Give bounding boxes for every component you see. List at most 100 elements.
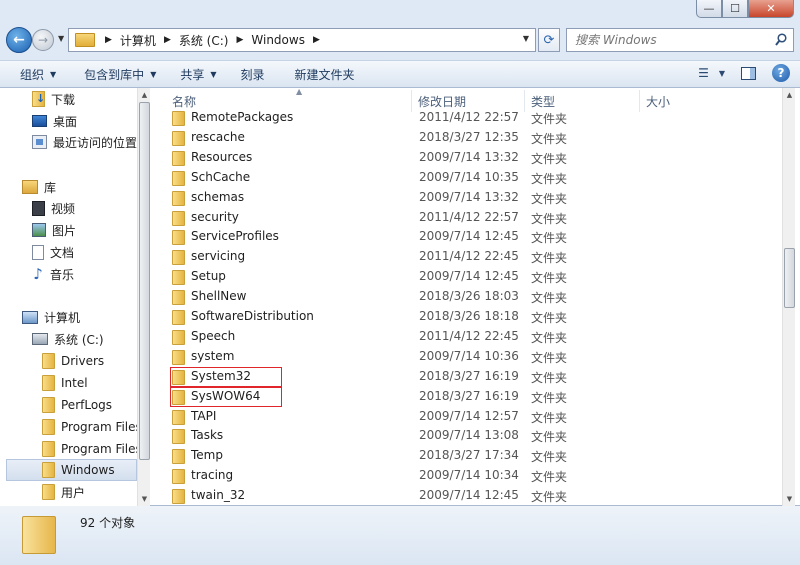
- nav-item-recent-places[interactable]: 最近访问的位置: [32, 131, 137, 153]
- file-row[interactable]: twain_32 2009/7/14 12:45 文件夹: [152, 486, 782, 506]
- chevron-down-icon: ▼: [50, 69, 57, 79]
- file-row[interactable]: rescache 2018/3/27 12:35 文件夹: [152, 128, 782, 148]
- file-date: 2009/7/14 13:32: [419, 189, 519, 204]
- file-date: 2009/7/14 12:45: [419, 269, 519, 284]
- file-row[interactable]: ServiceProfiles 2009/7/14 12:45 文件夹: [152, 227, 782, 247]
- item-count: 92 个对象: [80, 516, 136, 530]
- help-button[interactable]: ?: [772, 64, 790, 82]
- nav-item-intel[interactable]: Intel: [42, 372, 88, 394]
- file-row[interactable]: Speech 2011/4/12 22:45 文件夹: [152, 327, 782, 347]
- nav-item-libraries[interactable]: 库: [22, 176, 56, 198]
- nav-item-windows[interactable]: Windows: [6, 459, 137, 481]
- scroll-down-icon[interactable]: ▼: [783, 492, 796, 506]
- breadcrumb-windows[interactable]: Windows: [251, 33, 305, 47]
- file-name: schemas: [191, 189, 245, 204]
- maximize-button[interactable]: ☐: [722, 0, 748, 18]
- nav-item-music[interactable]: ♪ 音乐: [32, 263, 74, 285]
- nav-item-videos[interactable]: 视频: [32, 197, 75, 219]
- folder-icon: [172, 409, 185, 425]
- scroll-down-icon[interactable]: ▼: [138, 492, 151, 506]
- nav-item-perflogs[interactable]: PerfLogs: [42, 394, 112, 416]
- file-row[interactable]: System32 2018/3/27 16:19 文件夹: [152, 366, 782, 387]
- nav-item-desktop[interactable]: 桌面: [32, 110, 77, 132]
- scrollbar-thumb[interactable]: [139, 102, 150, 460]
- file-row[interactable]: schemas 2009/7/14 13:32 文件夹: [152, 188, 782, 208]
- folder-icon: [172, 310, 185, 325]
- file-list-scrollbar[interactable]: ▲ ▼: [782, 88, 795, 506]
- chevron-right-icon[interactable]: ▶: [236, 35, 243, 45]
- folder-icon: [75, 33, 95, 47]
- change-view-button[interactable]: ☰ ▼: [698, 66, 725, 80]
- chevron-right-icon[interactable]: ▶: [105, 35, 112, 45]
- back-arrow-icon: ←: [13, 32, 25, 48]
- organize-menu[interactable]: 组织 ▼: [11, 63, 65, 85]
- file-row[interactable]: Setup 2009/7/14 12:45 文件夹: [152, 267, 782, 287]
- close-button[interactable]: ✕: [748, 0, 794, 18]
- file-type: 文件夹: [531, 370, 568, 385]
- preview-pane-button[interactable]: [741, 66, 756, 80]
- nav-item-drivers[interactable]: Drivers: [42, 350, 104, 372]
- file-row[interactable]: ShellNew 2018/3/26 18:03 文件夹: [152, 287, 782, 307]
- file-type: 文件夹: [531, 171, 568, 186]
- file-date: 2011/4/12 22:57: [419, 110, 519, 124]
- chevron-right-icon[interactable]: ▶: [164, 35, 171, 45]
- music-icon: ♪: [33, 264, 43, 283]
- scrollbar-thumb[interactable]: [784, 248, 795, 308]
- file-row[interactable]: security 2011/4/12 22:57 文件夹: [152, 208, 782, 228]
- scroll-up-icon[interactable]: ▲: [783, 88, 796, 102]
- nav-item-drive-c[interactable]: 系统 (C:): [32, 328, 104, 350]
- minimize-button[interactable]: —: [696, 0, 722, 18]
- scroll-up-icon[interactable]: ▲: [138, 88, 151, 102]
- file-row[interactable]: Resources 2009/7/14 13:32 文件夹: [152, 148, 782, 168]
- folder-icon: [42, 353, 55, 369]
- refresh-button[interactable]: ⟳: [538, 28, 560, 52]
- file-row[interactable]: servicing 2011/4/12 22:45 文件夹: [152, 247, 782, 267]
- chevron-right-icon[interactable]: ▶: [313, 35, 320, 45]
- nav-item-program-files-x86[interactable]: Program Files: [42, 438, 137, 460]
- forward-arrow-icon: →: [37, 33, 49, 47]
- breadcrumb: ▶ 计算机 ▶ 系统 (C:) ▶ Windows ▶: [105, 32, 328, 49]
- file-row[interactable]: system 2009/7/14 10:36 文件夹: [152, 347, 782, 367]
- file-row[interactable]: SchCache 2009/7/14 10:35 文件夹: [152, 168, 782, 188]
- nav-item-pictures[interactable]: 图片: [32, 219, 76, 241]
- nav-item-computer[interactable]: 计算机: [22, 306, 80, 328]
- search-icon[interactable]: [775, 33, 787, 47]
- nav-item-downloads[interactable]: 下载: [32, 88, 75, 110]
- back-button[interactable]: ←: [6, 27, 32, 53]
- nav-item-users[interactable]: 用户: [42, 481, 85, 503]
- file-row[interactable]: TAPI 2009/7/14 12:57 文件夹: [152, 407, 782, 427]
- folder-icon: [172, 429, 185, 445]
- new-folder-button[interactable]: 新建文件夹: [286, 63, 364, 85]
- file-row[interactable]: tracing 2009/7/14 10:34 文件夹: [152, 466, 782, 486]
- nav-item-documents[interactable]: 文档: [32, 241, 74, 263]
- file-row[interactable]: Tasks 2009/7/14 13:08 文件夹: [152, 426, 782, 446]
- file-date: 2011/4/12 22:45: [419, 249, 519, 264]
- file-name: Resources: [191, 149, 253, 164]
- burn-button[interactable]: 刻录: [232, 63, 274, 85]
- file-name: SysWOW64: [191, 388, 261, 403]
- search-box[interactable]: [566, 28, 794, 52]
- folder-icon: [42, 419, 55, 435]
- recent-places-icon: [32, 135, 47, 149]
- file-row[interactable]: SoftwareDistribution 2018/3/26 18:18 文件夹: [152, 307, 782, 327]
- refresh-icon: ⟳: [543, 32, 555, 48]
- file-date: 2009/7/14 12:45: [419, 229, 519, 244]
- address-bar[interactable]: ▶ 计算机 ▶ 系统 (C:) ▶ Windows ▶ ▼: [68, 28, 536, 52]
- nav-item-program-files[interactable]: Program Files: [42, 416, 137, 438]
- folder-icon: [22, 516, 56, 554]
- forward-button[interactable]: →: [32, 29, 54, 51]
- file-row[interactable]: Temp 2018/3/27 17:34 文件夹: [152, 446, 782, 466]
- address-dropdown-icon[interactable]: ▼: [523, 34, 529, 43]
- folder-icon: [172, 270, 185, 286]
- navigation-scrollbar[interactable]: ▲ ▼: [137, 88, 150, 506]
- breadcrumb-drive-c[interactable]: 系统 (C:): [179, 32, 229, 49]
- include-in-library-menu[interactable]: 包含到库中 ▼: [75, 63, 165, 85]
- search-input[interactable]: [567, 33, 767, 47]
- folder-icon: [172, 210, 185, 226]
- file-row[interactable]: RemotePackages 2011/4/12 22:57 文件夹: [152, 108, 782, 128]
- share-menu[interactable]: 共享 ▼: [171, 63, 225, 85]
- folder-icon: [172, 250, 185, 266]
- recent-pages-dropdown-icon[interactable]: ▼: [58, 34, 64, 43]
- breadcrumb-computer[interactable]: 计算机: [120, 32, 156, 49]
- file-row[interactable]: SysWOW64 2018/3/27 16:19 文件夹: [152, 386, 782, 407]
